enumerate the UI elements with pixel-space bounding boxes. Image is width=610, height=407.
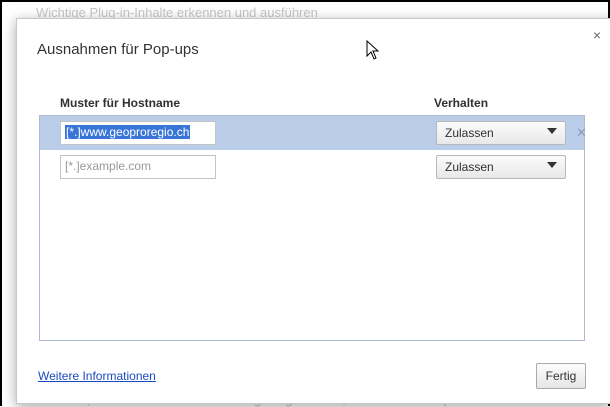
more-info-link[interactable]: Weitere Informationen: [38, 369, 156, 383]
hostname-placeholder: [*.]example.com: [65, 159, 152, 173]
dropdown-arrow-icon: [547, 128, 557, 134]
hostname-value: [*.]www.geoproregio.ch: [65, 125, 191, 139]
column-header-behavior: Verhalten: [434, 96, 489, 110]
done-button[interactable]: Fertig: [536, 363, 586, 389]
hostname-input[interactable]: [*.]www.geoproregio.ch: [60, 121, 216, 145]
delete-row-icon[interactable]: ✕: [576, 125, 587, 141]
new-behavior-select-value: Zulassen: [445, 160, 494, 174]
behavior-select-value: Zulassen: [445, 126, 494, 140]
new-behavior-select[interactable]: Zulassen: [436, 155, 566, 179]
mouse-cursor-icon: [366, 40, 380, 60]
exception-row-selected[interactable]: [*.]www.geoproregio.ch Zulassen ✕: [40, 116, 587, 150]
dropdown-arrow-icon: [547, 162, 557, 168]
dialog-title: Ausnahmen für Pop-ups: [37, 41, 199, 58]
close-icon[interactable]: ×: [593, 27, 601, 43]
new-hostname-input[interactable]: [*.]example.com: [60, 155, 216, 179]
exception-row-new[interactable]: [*.]example.com Zulassen: [40, 150, 584, 184]
exceptions-list[interactable]: [*.]www.geoproregio.ch Zulassen ✕ [*.]ex…: [39, 115, 587, 341]
column-header-hostname: Muster für Hostname: [60, 96, 181, 110]
popup-exceptions-dialog: Ausnahmen für Pop-ups × Muster für Hostn…: [16, 18, 610, 404]
behavior-select[interactable]: Zulassen: [436, 121, 566, 145]
